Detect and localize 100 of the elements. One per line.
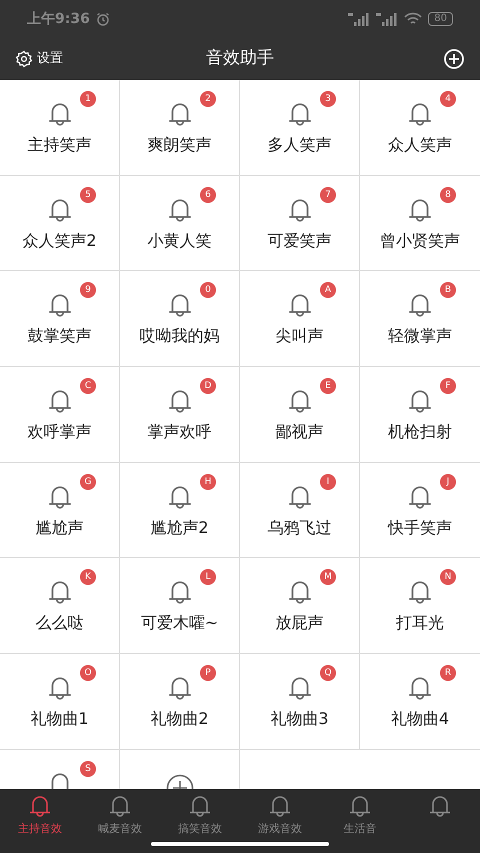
sound-tile[interactable]: O 礼物曲1 — [0, 654, 120, 750]
sound-tile[interactable]: 2 爽朗笑声 — [120, 80, 240, 176]
number-badge: F — [440, 378, 456, 394]
number-badge: R — [440, 665, 456, 682]
nav-tab[interactable]: 搞笑音效 — [160, 793, 240, 838]
sound-tile[interactable]: 8 曾小贤笑声 — [360, 176, 480, 272]
number-badge: E — [320, 378, 336, 394]
sound-label: 众人笑声 — [388, 134, 452, 156]
sound-tile[interactable]: E 鄙视声 — [240, 367, 360, 463]
sound-label: 可爱笑声 — [268, 230, 332, 252]
sound-tile[interactable]: K 么么哒 — [0, 558, 120, 654]
sound-tile[interactable]: D 掌声欢呼 — [120, 367, 240, 463]
sound-label: 曾小贤笑声 — [380, 230, 460, 252]
signal-icon — [348, 12, 370, 26]
bell-icon — [347, 793, 373, 819]
number-badge: 4 — [440, 91, 456, 107]
nav-tab[interactable]: 喊麦音效 — [80, 793, 160, 838]
bell-icon — [107, 793, 133, 819]
sound-tile[interactable]: 3 多人笑声 — [240, 80, 360, 176]
sound-tile[interactable]: J 快手笑声 — [360, 462, 480, 558]
sound-label: 礼物曲2 — [150, 708, 209, 730]
bell-icon — [267, 793, 293, 819]
number-badge: C — [80, 378, 96, 394]
number-badge: H — [200, 474, 216, 490]
number-badge: B — [440, 282, 456, 298]
number-badge: D — [200, 378, 216, 394]
nav-tab[interactable]: 游戏音效 — [240, 793, 320, 838]
number-badge: G — [80, 474, 96, 490]
sound-label: 鄙视声 — [276, 421, 324, 444]
number-badge: L — [200, 569, 216, 586]
sound-tile[interactable]: A 尖叫声 — [240, 271, 360, 368]
sound-label: 掌声欢呼 — [148, 421, 212, 444]
add-icon[interactable] — [443, 48, 465, 70]
wifi-icon — [404, 12, 422, 26]
number-badge: A — [320, 282, 336, 298]
sound-tile[interactable]: N 打耳光 — [360, 558, 480, 654]
number-badge: 6 — [200, 186, 216, 203]
signal-icon — [376, 12, 398, 26]
bell-icon — [427, 793, 453, 819]
number-badge: O — [80, 665, 96, 682]
sound-tile[interactable]: 6 小黄人笑 — [120, 176, 240, 272]
number-badge: 9 — [80, 282, 96, 298]
sound-label: 尴尬声2 — [150, 516, 209, 539]
bell-icon — [27, 793, 53, 819]
sound-label: 欢呼掌声 — [28, 421, 92, 444]
number-badge: I — [320, 474, 336, 490]
number-badge: 3 — [320, 91, 336, 107]
clock-time: 上午9:36 — [27, 10, 90, 28]
sound-tile[interactable]: 4 众人笑声 — [360, 80, 480, 176]
sound-label: 机枪扫射 — [388, 421, 452, 444]
number-badge: 7 — [320, 186, 336, 203]
sound-tile[interactable]: M 放屁声 — [240, 558, 360, 654]
number-badge: K — [80, 569, 96, 586]
number-badge: S — [80, 760, 96, 777]
sound-label: 鼓掌笑声 — [28, 325, 92, 348]
sound-tile[interactable]: Q 礼物曲3 — [240, 654, 360, 750]
number-badge: 5 — [80, 186, 96, 203]
sound-label: 小黄人笑 — [148, 230, 212, 252]
sound-label: 爽朗笑声 — [148, 134, 212, 156]
sound-tile[interactable]: H 尴尬声2 — [120, 462, 240, 558]
number-badge: M — [320, 569, 336, 586]
sound-label: 众人笑声2 — [22, 230, 97, 252]
number-badge: 0 — [200, 282, 216, 298]
sound-label: 礼物曲3 — [270, 708, 329, 730]
sound-label: 主持笑声 — [28, 134, 92, 156]
number-badge: 1 — [80, 91, 96, 107]
number-badge: J — [440, 474, 456, 490]
sound-label: 乌鸦飞过 — [268, 516, 332, 539]
sound-tile[interactable]: 7 可爱笑声 — [240, 176, 360, 272]
nav-tab[interactable]: 生活音 — [320, 793, 400, 838]
app-title: 音效助手 — [206, 47, 274, 70]
number-badge: N — [440, 569, 456, 586]
sound-tile[interactable]: P 礼物曲2 — [120, 654, 240, 750]
bell-icon — [187, 793, 213, 819]
sound-label: 礼物曲4 — [390, 708, 450, 730]
sound-label: 尴尬声 — [36, 516, 84, 539]
sound-label: 多人笑声 — [268, 134, 332, 156]
sound-tile[interactable]: 0 哎呦我的妈 — [120, 271, 240, 368]
settings-button[interactable]: 设置 — [15, 49, 63, 69]
sound-tile[interactable]: 9 鼓掌笑声 — [0, 271, 120, 368]
sound-tile[interactable]: B 轻微掌声 — [360, 271, 480, 368]
battery-indicator: 80 — [428, 12, 453, 26]
number-badge: Q — [320, 665, 336, 682]
number-badge: P — [200, 665, 216, 682]
sound-tile[interactable]: F 机枪扫射 — [360, 367, 480, 463]
sound-label: 么么哒 — [36, 612, 84, 634]
sound-tile[interactable]: 1 主持笑声 — [0, 80, 120, 176]
sound-label: 放屁声 — [276, 612, 324, 634]
sound-label: 哎呦我的妈 — [140, 325, 220, 348]
sound-tile[interactable]: I 乌鸦飞过 — [240, 462, 360, 558]
number-badge: 8 — [440, 186, 456, 203]
sound-label: 轻微掌声 — [388, 325, 452, 348]
sound-tile[interactable]: C 欢呼掌声 — [0, 367, 120, 463]
sound-tile[interactable]: 5 众人笑声2 — [0, 176, 120, 272]
sound-label: 礼物曲1 — [30, 708, 89, 730]
sound-label: 快手笑声 — [388, 516, 452, 539]
alarm-icon — [96, 12, 110, 26]
sound-tile[interactable]: R 礼物曲4 — [360, 654, 480, 750]
sound-tile[interactable]: G 尴尬声 — [0, 462, 120, 558]
sound-tile[interactable]: L 可爱木嚯~ — [120, 558, 240, 654]
